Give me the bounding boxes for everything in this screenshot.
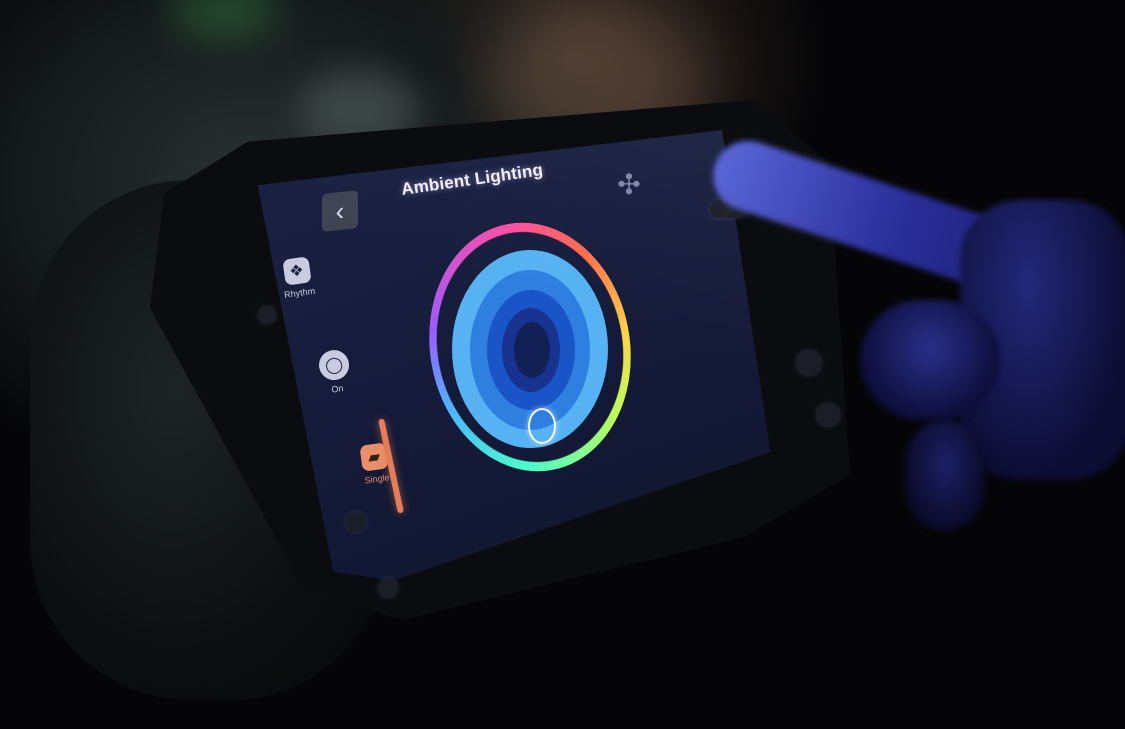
sidebar-item-on[interactable]: ◯ On — [317, 348, 353, 396]
bezel-button-left-middle[interactable] — [346, 512, 366, 532]
settings-icon[interactable]: ✣ — [612, 168, 646, 202]
background-bokeh-green — [170, 0, 280, 40]
bezel-button-right-top[interactable] — [796, 350, 822, 376]
chevron-left-icon: ‹ — [335, 195, 345, 227]
sidebar-item-label: On — [330, 383, 345, 395]
bezel-button-left-top[interactable] — [258, 306, 276, 324]
power-icon: ◯ — [317, 348, 351, 383]
sidebar-item-rhythm[interactable]: ❖ Rhythm — [279, 256, 316, 300]
color-wheel[interactable] — [409, 206, 651, 488]
color-disc-center — [514, 322, 550, 378]
bezel-button-left-bottom[interactable] — [378, 578, 398, 598]
photo-scene: ‹ Ambient Lighting ✣ ❖ Rhythm ◯ On ▰ Sin… — [0, 0, 1125, 729]
light-bulb-icon: ❖ — [281, 256, 312, 286]
hand-knuckles — [860, 300, 1000, 420]
back-button[interactable]: ‹ — [322, 190, 358, 232]
bezel-button-right-bottom[interactable] — [816, 403, 840, 427]
color-selector-handle[interactable] — [528, 408, 556, 444]
hand-thumb — [905, 420, 985, 530]
